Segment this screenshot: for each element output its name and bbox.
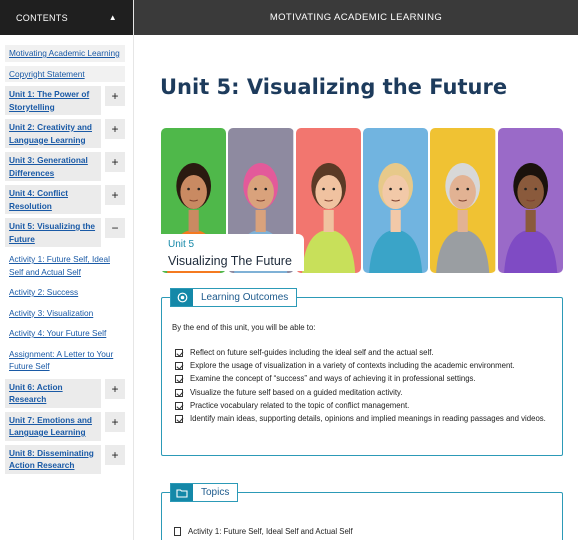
toc-row: Unit 6: Action Research + <box>5 378 128 408</box>
page-title: Unit 5: Visualizing the Future <box>160 75 508 99</box>
toc-link[interactable]: Unit 5: Visualizing the Future <box>5 218 101 247</box>
outcome-text: Visualize the future self based on a gui… <box>190 387 403 397</box>
learning-outcomes-header: Learning Outcomes <box>170 288 298 307</box>
expand-toggle[interactable]: + <box>105 119 125 139</box>
toc-link[interactable]: Activity 4: Your Future Self <box>5 325 125 342</box>
checkbox-icon <box>175 375 183 384</box>
target-icon <box>171 289 193 306</box>
toc-link[interactable]: Unit 2: Creativity and Language Learning <box>5 119 101 148</box>
toc-row: Activity 4: Your Future Self <box>5 325 128 342</box>
expand-toggle[interactable]: + <box>105 411 125 432</box>
learning-outcomes-intro: By the end of this unit, you will be abl… <box>172 323 316 332</box>
toc-link[interactable]: Motivating Academic Learning <box>5 45 125 62</box>
expand-toggle[interactable]: + <box>105 378 125 399</box>
book-title: MOTIVATING ACADEMIC LEARNING <box>269 12 443 23</box>
toc-link[interactable]: Assignment: A Letter to Your Future Self <box>5 346 125 375</box>
outcome-item: Reflect on future self-guides including … <box>175 347 555 359</box>
toc-row: Assignment: A Letter to Your Future Self <box>5 346 128 375</box>
toc-row: Unit 7: Emotions and Language Learning + <box>5 411 128 441</box>
unit-label: Unit 5 <box>168 239 195 250</box>
checkbox-icon <box>175 415 183 424</box>
toc-link[interactable]: Unit 8: Disseminating Action Research <box>5 444 101 474</box>
checkbox-icon <box>175 349 183 357</box>
learning-outcomes-box: Learning Outcomes By the end of this uni… <box>161 288 563 456</box>
portrait-photo <box>497 128 563 273</box>
checkbox-icon <box>175 362 183 371</box>
toc-row: Activity 1: Future Self, Ideal Self and … <box>5 251 128 280</box>
table-of-contents: Motivating Academic Learning Copyright St… <box>0 35 133 474</box>
outcome-item: Practice vocabulary related to the topic… <box>175 400 555 412</box>
toc-link[interactable]: Unit 3: Generational Differences <box>5 152 101 181</box>
toc-row: Unit 2: Creativity and Language Learning… <box>5 119 128 148</box>
toc-row: Unit 8: Disseminating Action Research + <box>5 444 128 474</box>
outcome-text: Reflect on future self-guides including … <box>190 348 434 357</box>
document-icon <box>174 527 181 536</box>
toc-link[interactable]: Copyright Statement <box>5 65 125 82</box>
topic-text: Activity 1: Future Self, Ideal Self and … <box>188 527 353 536</box>
topics-title: Topics <box>201 487 230 498</box>
unit-subtitle: Visualizing The Future <box>168 254 292 268</box>
main-content: Unit 5: Visualizing the Future Unit 5 Vi… <box>134 35 578 540</box>
toc-link[interactable]: Unit 6: Action Research <box>5 378 101 408</box>
expand-toggle[interactable]: + <box>105 444 125 465</box>
expand-toggle[interactable]: + <box>105 86 125 106</box>
toc-link[interactable]: Unit 1: The Power of Storytelling <box>5 86 101 115</box>
toc-link[interactable]: Unit 7: Emotions and Language Learning <box>5 411 101 441</box>
checkbox-icon <box>175 388 183 397</box>
unit-card: Unit 5 Visualizing The Future <box>160 234 304 271</box>
topic-item: Activity 1: Future Self, Ideal Self and … <box>174 527 353 536</box>
outcome-text: Identify main ideas, supporting details,… <box>190 414 546 424</box>
outcome-item: Examine the concept of “success” and way… <box>175 373 555 385</box>
contents-sidebar: CONTENTS ▲ Motivating Academic Learning C… <box>0 0 134 540</box>
toc-row: Unit 1: The Power of Storytelling + <box>5 86 128 115</box>
toc-row: Unit 4: Conflict Resolution + <box>5 185 128 214</box>
toc-link[interactable]: Activity 2: Success <box>5 284 125 301</box>
outcome-text: Explore the usage of visualization in a … <box>190 361 515 371</box>
checkbox-icon <box>175 401 183 410</box>
outcome-text: Practice vocabulary related to the topic… <box>190 400 410 410</box>
toc-row: Copyright Statement <box>5 65 128 82</box>
toc-row: Activity 2: Success <box>5 284 128 301</box>
folder-icon <box>171 484 193 501</box>
book-title-bar: MOTIVATING ACADEMIC LEARNING <box>134 0 578 35</box>
toc-link[interactable]: Activity 3: Visualization <box>5 305 125 322</box>
toc-row: Motivating Academic Learning <box>5 45 128 62</box>
portrait-photo <box>295 128 361 273</box>
learning-outcomes-list: Reflect on future self-guides including … <box>175 347 555 426</box>
portrait-photo <box>362 128 429 273</box>
toc-link[interactable]: Unit 4: Conflict Resolution <box>5 185 101 214</box>
topics-header: Topics <box>170 483 239 502</box>
learning-outcomes-title: Learning Outcomes <box>201 292 289 303</box>
portrait-photo <box>430 128 496 273</box>
toc-row: Activity 3: Visualization <box>5 305 128 322</box>
contents-header[interactable]: CONTENTS ▲ <box>0 0 133 35</box>
collapse-toggle[interactable]: − <box>105 218 125 238</box>
toc-row: Unit 3: Generational Differences + <box>5 152 128 181</box>
toc-link[interactable]: Activity 1: Future Self, Ideal Self and … <box>5 251 125 280</box>
outcome-item: Visualize the future self based on a gui… <box>175 387 555 399</box>
expand-toggle[interactable]: + <box>105 152 125 172</box>
outcome-item: Explore the usage of visualization in a … <box>175 360 555 372</box>
topics-box: Topics Activity 1: Future Self, Ideal Se… <box>161 483 563 540</box>
contents-label: CONTENTS <box>16 12 68 23</box>
collapse-caret-icon[interactable]: ▲ <box>109 13 117 22</box>
outcome-item: Identify main ideas, supporting details,… <box>175 413 555 425</box>
outcome-text: Examine the concept of “success” and way… <box>190 374 476 384</box>
toc-row: Unit 5: Visualizing the Future − <box>5 218 128 247</box>
expand-toggle[interactable]: + <box>105 185 125 205</box>
